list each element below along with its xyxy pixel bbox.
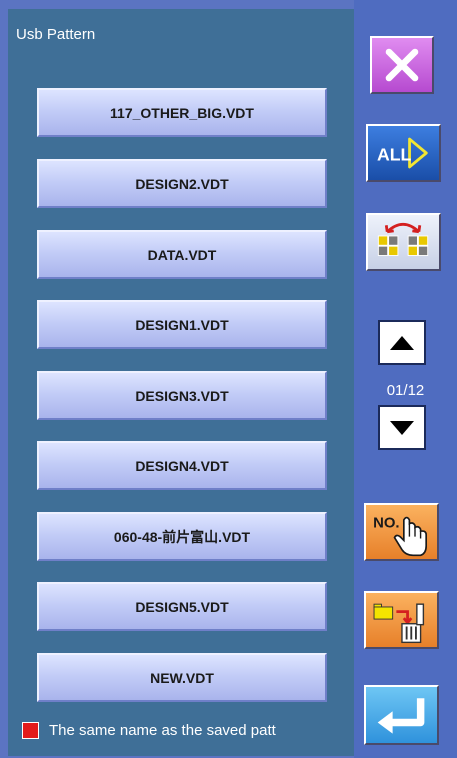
close-icon (385, 48, 419, 82)
enter-button[interactable] (364, 685, 439, 745)
swap-button[interactable] (366, 213, 441, 271)
page-up-button[interactable] (378, 320, 426, 365)
page-down-button[interactable] (378, 405, 426, 450)
legend-marker (22, 721, 39, 739)
number-button[interactable]: NO. (364, 503, 439, 561)
file-button[interactable]: DATA.VDT (37, 230, 327, 279)
triangle-up-icon (390, 335, 414, 350)
file-button[interactable]: DESIGN1.VDT (37, 300, 327, 349)
all-arrow-icon: ALL (377, 137, 428, 169)
page-title: Usb Pattern (16, 26, 96, 43)
return-arrow-icon (377, 698, 425, 734)
file-button[interactable]: NEW.VDT (37, 653, 327, 702)
file-button[interactable]: DESIGN5.VDT (37, 582, 327, 631)
file-button[interactable]: DESIGN4.VDT (37, 441, 327, 490)
close-button[interactable] (370, 36, 434, 94)
all-label: ALL (377, 144, 412, 164)
legend: The same name as the saved patt (22, 721, 276, 739)
page-indicator: 01/12 (386, 382, 425, 399)
swap-patterns-icon (377, 222, 429, 256)
hand-pointer-icon: NO. (373, 515, 428, 557)
file-button[interactable]: DESIGN2.VDT (37, 159, 327, 208)
file-button[interactable]: DESIGN3.VDT (37, 371, 327, 420)
legend-text: The same name as the saved patt (49, 721, 276, 739)
delete-button[interactable] (364, 591, 439, 649)
number-label: NO. (373, 515, 399, 531)
all-button[interactable]: ALL (366, 124, 441, 182)
file-button[interactable]: 060-48-前片富山.VDT (37, 512, 327, 561)
file-button[interactable]: 117_OTHER_BIG.VDT (37, 88, 327, 137)
triangle-down-icon (390, 420, 414, 435)
folder-to-trash-icon (373, 603, 425, 644)
